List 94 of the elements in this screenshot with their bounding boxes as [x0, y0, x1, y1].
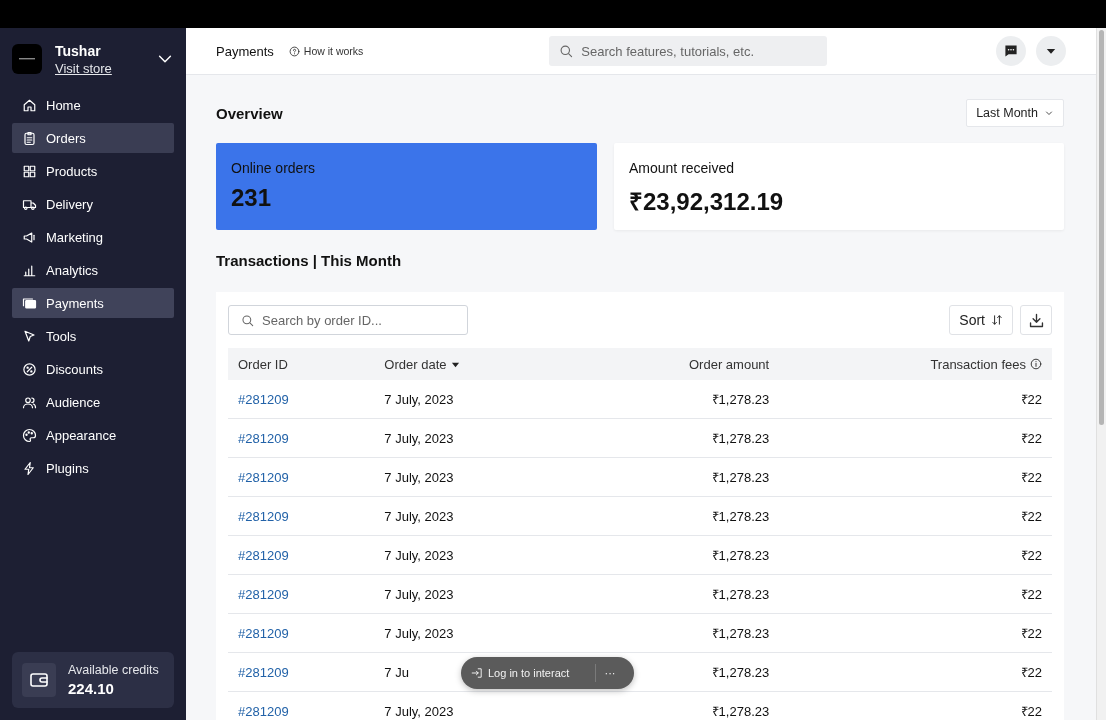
table-cell: ₹1,278.23 [571, 613, 780, 653]
order-id-link[interactable]: #281209 [228, 613, 375, 653]
table-cell: ₹22 [779, 535, 1052, 575]
order-id-link[interactable]: #281209 [228, 496, 375, 536]
scrollbar[interactable] [1096, 28, 1106, 720]
store-name: Tushar [55, 42, 102, 59]
sidebar-item[interactable]: Home [12, 90, 174, 120]
home-icon [22, 97, 37, 113]
credits-label: Available credits [68, 663, 159, 677]
section-title: Overview [216, 104, 283, 122]
clipboard-icon [22, 130, 37, 146]
table-cell: ₹22 [779, 652, 1052, 692]
table-cell: 7 July, 2023 [374, 691, 572, 720]
section-title: Transactions | This Month [216, 252, 403, 271]
table-cell: ₹22 [779, 418, 1052, 458]
sidebar-item[interactable]: Marketing [12, 222, 174, 252]
table-cell: ₹22 [779, 496, 1052, 536]
sidebar-item[interactable]: Audience [12, 387, 174, 417]
search-field[interactable]: Search by order ID... [228, 305, 468, 335]
help-icon [288, 45, 300, 57]
more-button[interactable]: ··· [596, 667, 624, 679]
grid-icon [22, 163, 37, 179]
page-title: Payments [216, 43, 274, 59]
column-header: Order amount [571, 348, 780, 380]
lightning-icon [22, 460, 37, 476]
column-header: Transaction fees [779, 348, 1052, 380]
table-cell: ₹1,278.23 [571, 457, 780, 497]
table-cell: ₹22 [779, 691, 1052, 720]
period-dropdown[interactable]: Last Month [966, 99, 1064, 127]
sort-button[interactable]: Sort [949, 305, 1013, 335]
table-cell: ₹1,278.23 [571, 691, 780, 720]
help-link[interactable]: How it works [288, 45, 364, 57]
table-cell: 7 July, 2023 [374, 535, 572, 575]
order-id-link[interactable]: #281209 [228, 652, 375, 692]
download-icon [1027, 311, 1045, 329]
table-cell: 7 July, 2023 [374, 457, 572, 497]
search-icon [241, 313, 254, 327]
sidebar-item[interactable]: Payments [12, 288, 174, 318]
sidebar-item[interactable]: Delivery [12, 189, 174, 219]
sidebar-item[interactable]: Products [12, 156, 174, 186]
megaphone-icon [22, 229, 37, 245]
table-cell: ₹22 [779, 574, 1052, 614]
login-icon [471, 667, 483, 679]
stat-value: 231 [231, 184, 273, 212]
stat-label: Online orders [231, 160, 317, 176]
search-field[interactable]: Search features, tutorials, etc. [549, 36, 828, 66]
login-button[interactable]: Log in to interact [471, 667, 570, 679]
sort-icon [991, 314, 1003, 326]
table-cell: ₹22 [779, 457, 1052, 497]
info-icon[interactable] [1030, 358, 1042, 370]
cursor-icon [22, 328, 37, 344]
sidebar-item[interactable]: Analytics [12, 255, 174, 285]
sidebar-item[interactable]: Tools [12, 321, 174, 351]
chat-icon [1003, 43, 1019, 59]
discount-icon [22, 361, 37, 377]
order-id-link[interactable]: #281209 [228, 418, 375, 458]
table-cell: ₹22 [779, 613, 1052, 653]
bar-chart-icon [22, 262, 37, 278]
table-cell: 7 July, 2023 [374, 496, 572, 536]
table-cell: 7 July, 2023 [374, 380, 572, 419]
credits-value: 224.10 [68, 680, 115, 697]
table-cell: 7 July, 2023 [374, 574, 572, 614]
wallet-icon [22, 663, 56, 697]
column-header[interactable]: Order date [374, 348, 572, 380]
order-id-link[interactable]: #281209 [228, 535, 375, 575]
download-button[interactable] [1020, 305, 1052, 335]
visit-store-link[interactable]: Visit store [55, 60, 112, 76]
sidebar-item[interactable]: Discounts [12, 354, 174, 384]
table-cell: ₹1,278.23 [571, 496, 780, 536]
sidebar-item[interactable]: Orders [12, 123, 174, 153]
palette-icon [22, 427, 37, 443]
stat-value: ₹23,92,312.19 [629, 187, 785, 217]
table-cell: ₹1,278.23 [571, 418, 780, 458]
sidebar-item[interactable]: Appearance [12, 420, 174, 450]
search-icon [559, 44, 574, 58]
sidebar-item[interactable]: Plugins [12, 453, 174, 483]
chevron-down-icon [1044, 108, 1054, 118]
table-cell: 7 July, 2023 [374, 418, 572, 458]
store-logo [12, 44, 42, 74]
table-cell: ₹1,278.23 [571, 574, 780, 614]
dropdown-button[interactable] [1036, 36, 1066, 66]
table-cell: 7 July, 2023 [374, 613, 572, 653]
column-header: Order ID [228, 348, 375, 380]
people-icon [22, 394, 37, 410]
table-cell: ₹1,278.23 [571, 380, 780, 419]
table-cell: ₹22 [779, 380, 1052, 419]
order-id-link[interactable]: #281209 [228, 691, 375, 720]
chat-button[interactable] [996, 36, 1026, 66]
stat-label: Amount received [629, 160, 736, 176]
order-id-link[interactable]: #281209 [228, 574, 375, 614]
table-cell: ₹1,278.23 [571, 535, 780, 575]
order-id-link[interactable]: #281209 [228, 457, 375, 497]
cash-icon [22, 295, 37, 311]
order-id-link[interactable]: #281209 [228, 380, 375, 419]
